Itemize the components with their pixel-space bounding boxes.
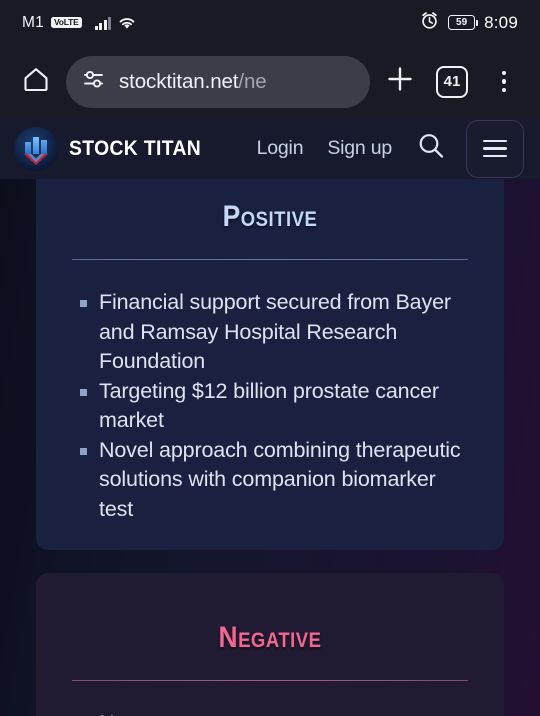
list-item: Targeting $12 billion prostate cancer ma… (72, 377, 468, 436)
signup-link[interactable]: Sign up (327, 137, 392, 160)
status-bar-right: 59 8:09 (420, 11, 518, 35)
more-options-icon (501, 70, 507, 93)
status-bar-left: M1 VoLTE (22, 14, 136, 32)
url-path: /ne (238, 69, 267, 93)
logo-chevron (24, 153, 48, 165)
web-page-viewport: STOCK TITAN Login Sign up Positive Finan… (0, 118, 540, 716)
tab-count-badge: 41 (436, 65, 468, 98)
list-item: None. (72, 709, 468, 716)
clock-label: 8:09 (484, 12, 518, 32)
hamburger-icon (483, 139, 508, 158)
login-link[interactable]: Login (257, 137, 304, 160)
home-button[interactable] (14, 60, 58, 104)
site-header: STOCK TITAN Login Sign up (0, 118, 540, 179)
negative-bullet-list: None. (72, 709, 468, 716)
site-brand-label: STOCK TITAN (69, 136, 202, 160)
home-icon (21, 64, 51, 99)
site-settings-icon[interactable] (82, 67, 107, 97)
tab-switcher-button[interactable]: 41 (430, 60, 474, 104)
negative-card: Negative None. (36, 573, 504, 716)
wifi-icon (118, 16, 136, 30)
search-icon (415, 130, 447, 167)
mobile-menu-button[interactable] (466, 119, 525, 178)
plus-icon (385, 64, 415, 99)
positive-bullet-list: Financial support secured from Bayer and… (72, 288, 468, 524)
positive-divider (72, 259, 468, 260)
negative-section-title: Negative (218, 621, 322, 654)
browser-toolbar: stocktitan.net/ne 41 (0, 45, 540, 118)
battery-indicator: 59 (448, 15, 479, 30)
alarm-icon (420, 11, 439, 35)
address-bar[interactable]: stocktitan.net/ne (66, 55, 370, 108)
search-button[interactable] (414, 132, 448, 166)
volte-badge: VoLTE (50, 16, 82, 29)
signal-strength-icon (94, 16, 112, 30)
url-domain: stocktitan.net (119, 69, 239, 93)
list-item: Financial support secured from Bayer and… (72, 288, 468, 377)
positive-card: Positive Financial support secured from … (36, 178, 504, 550)
url-text: stocktitan.net/ne (119, 70, 267, 94)
battery-percent-label: 59 (456, 16, 468, 28)
stock-titan-logo-icon[interactable] (14, 126, 58, 171)
android-status-bar: M1 VoLTE 59 8:09 (0, 0, 540, 45)
carrier-label: M1 (22, 13, 44, 31)
list-item: Novel approach combining therapeutic sol… (72, 436, 468, 525)
browser-menu-button[interactable] (482, 60, 526, 104)
page-content: Positive Financial support secured from … (0, 178, 540, 716)
negative-divider (72, 680, 468, 681)
new-tab-button[interactable] (378, 60, 422, 104)
positive-section-title: Positive (222, 200, 318, 233)
